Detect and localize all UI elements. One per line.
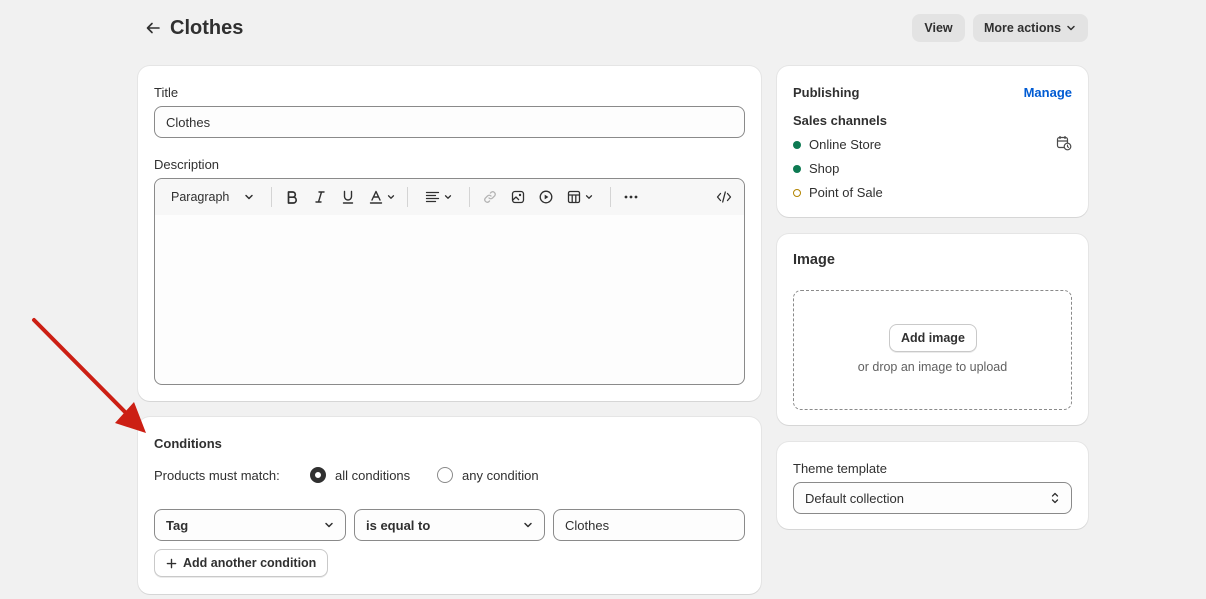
description-label: Description	[154, 157, 220, 172]
theme-template-value: Default collection	[805, 490, 904, 506]
match-all-label: all conditions	[335, 467, 411, 483]
title-input-value: Clothes	[166, 114, 211, 130]
italic-icon	[315, 191, 325, 203]
underline-button[interactable]	[337, 179, 359, 215]
plus-icon	[166, 558, 177, 568]
status-dot-active	[793, 164, 801, 173]
chevron-down-icon	[524, 522, 532, 528]
publishing-heading: Publishing	[793, 85, 860, 100]
text-color-icon	[369, 190, 382, 204]
select-arrows-icon	[1051, 492, 1059, 504]
view-button-label: View	[924, 21, 953, 35]
condition-value-input[interactable]: Clothes	[553, 509, 745, 541]
match-any-radio[interactable]	[437, 467, 453, 483]
show-html-button[interactable]	[711, 179, 737, 215]
paragraph-format-select[interactable]: Paragraph	[163, 179, 263, 215]
dropzone-hint: or drop an image to upload	[857, 360, 1008, 374]
italic-button[interactable]	[309, 179, 331, 215]
chevron-down-icon	[387, 195, 394, 199]
play-circle-icon	[539, 190, 553, 204]
condition-value-text: Clothes	[565, 517, 610, 533]
channel-name: Shop	[809, 161, 840, 176]
align-button[interactable]	[421, 179, 457, 215]
more-actions-label: More actions	[983, 21, 1062, 35]
add-image-button[interactable]: Add image	[889, 324, 977, 352]
theme-template-select[interactable]: Default collection	[793, 482, 1072, 514]
manage-link[interactable]: Manage	[1024, 85, 1072, 100]
toolbar-divider	[407, 187, 408, 207]
code-icon	[716, 191, 732, 203]
image-card: Image Add image or drop an image to uplo…	[777, 234, 1088, 425]
condition-field-select[interactable]: Tag	[154, 509, 346, 541]
chevron-down-icon	[585, 195, 592, 199]
channel-name: Online Store	[809, 137, 882, 152]
description-text-area[interactable]	[155, 215, 744, 384]
add-image-label: Add image	[901, 331, 965, 345]
status-dot-active	[793, 140, 801, 149]
toolbar-divider	[271, 187, 272, 207]
channel-name: Point of Sale	[809, 185, 883, 200]
calendar-clock-icon	[1056, 136, 1072, 151]
title-input[interactable]: Clothes	[154, 106, 745, 138]
paragraph-format-label: Paragraph	[171, 190, 230, 204]
more-actions-button[interactable]: More actions	[973, 14, 1088, 42]
theme-template-card: Theme template Default collection	[777, 442, 1088, 529]
description-editor: Paragraph	[154, 178, 745, 385]
theme-template-label: Theme template	[793, 461, 887, 476]
condition-field-value: Tag	[166, 517, 189, 533]
page-title: Clothes	[170, 17, 244, 39]
toolbar-divider	[469, 187, 470, 207]
toolbar-divider	[610, 187, 611, 207]
details-card: Title Clothes Description Paragraph	[138, 66, 761, 401]
match-all-radio[interactable]	[310, 467, 326, 483]
channel-item: Shop	[793, 161, 839, 176]
link-icon	[484, 191, 496, 203]
status-dot-inactive	[793, 188, 801, 197]
schedule-button[interactable]	[1056, 135, 1072, 154]
back-button[interactable]	[140, 14, 166, 42]
add-condition-button[interactable]: Add another condition	[154, 549, 329, 577]
match-any-option[interactable]: any condition	[437, 467, 539, 483]
chevron-down-icon	[325, 522, 333, 528]
sales-channels-heading: Sales channels	[793, 113, 887, 128]
match-label: Products must match:	[154, 468, 280, 483]
match-any-label: any condition	[462, 467, 539, 483]
image-heading: Image	[793, 252, 835, 268]
align-left-icon	[425, 191, 440, 203]
condition-operator-select[interactable]: is equal to	[354, 509, 545, 541]
link-button[interactable]	[479, 179, 501, 215]
match-all-option[interactable]: all conditions	[310, 467, 410, 483]
conditions-heading: Conditions	[154, 436, 222, 451]
condition-operator-value: is equal to	[366, 517, 431, 533]
text-color-button[interactable]	[365, 179, 399, 215]
chevron-down-icon	[245, 194, 254, 200]
insert-image-button[interactable]	[507, 179, 529, 215]
bold-button[interactable]	[281, 179, 303, 215]
more-formatting-button[interactable]	[619, 179, 643, 215]
chevron-down-icon	[444, 195, 452, 199]
arrow-left-icon	[146, 22, 160, 34]
ellipsis-icon	[624, 195, 638, 199]
bold-icon	[287, 191, 297, 204]
add-condition-label: Add another condition	[183, 556, 317, 570]
insert-video-button[interactable]	[535, 179, 557, 215]
image-icon	[511, 190, 525, 204]
table-icon	[567, 190, 580, 204]
image-dropzone[interactable]: Add image or drop an image to upload	[793, 290, 1072, 410]
insert-table-button[interactable]	[563, 179, 597, 215]
view-button[interactable]: View	[912, 14, 965, 42]
underline-icon	[342, 190, 354, 204]
chevron-down-icon	[1067, 25, 1075, 31]
conditions-card: Conditions Products must match: all cond…	[138, 417, 761, 594]
channel-item: Online Store	[793, 137, 881, 152]
publishing-card: Publishing Manage Sales channels Online …	[777, 66, 1088, 217]
channel-item: Point of Sale	[793, 185, 883, 200]
title-label: Title	[154, 85, 179, 100]
editor-toolbar: Paragraph	[155, 179, 744, 215]
